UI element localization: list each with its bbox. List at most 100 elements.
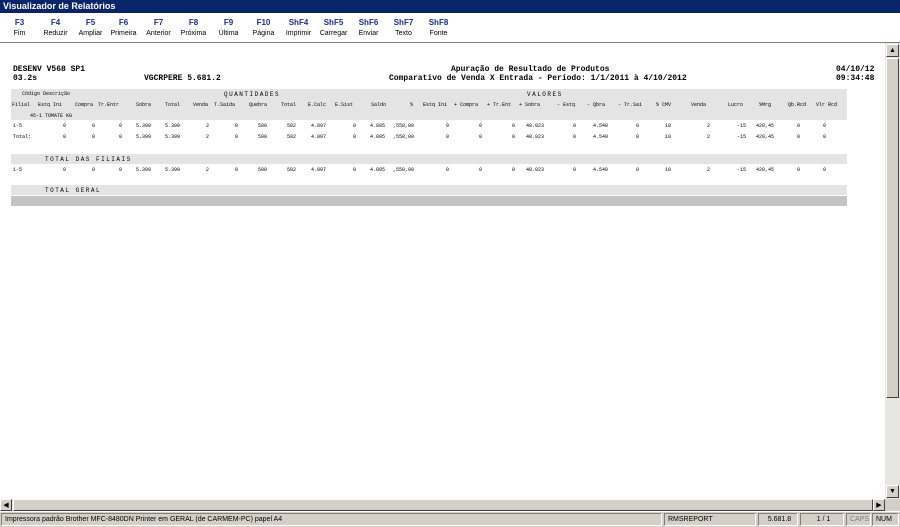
toolbar-key: ShF6 xyxy=(358,18,379,27)
vertical-scroll-thumb[interactable] xyxy=(886,58,899,398)
column-header: Total xyxy=(281,102,297,108)
scroll-corner xyxy=(885,499,900,511)
column-header: Venda xyxy=(691,102,707,108)
report-date: 04/10/12 xyxy=(836,65,875,74)
toolbar-label: Carregar xyxy=(319,30,348,37)
table-row-total-cell: -15 xyxy=(736,134,746,140)
horizontal-scroll-thumb[interactable] xyxy=(13,499,873,511)
total-filiais-title: TOTAL DAS FILIAIS xyxy=(45,156,132,163)
table-row-total-cell: 0 xyxy=(62,134,66,140)
toolbar-key: ShF8 xyxy=(428,18,449,27)
status-page: 1 / 1 xyxy=(800,513,844,526)
table-row-cell: 4.897 xyxy=(310,123,326,129)
scroll-up-button[interactable]: ▲ xyxy=(886,44,899,57)
total-filiais-row-cell: 4.897 xyxy=(310,167,326,173)
toolbar: F3 Fim F4 Reduzir F5 Ampliar F6 Primeira F7 Anter… xyxy=(0,13,900,43)
column-header: Estq Ini xyxy=(38,102,63,108)
column-header: + Compra xyxy=(454,102,479,108)
table-row-cell: 502 xyxy=(286,123,296,129)
toolbar-key: F6 xyxy=(118,18,129,27)
group-valores: VALORES xyxy=(527,91,563,98)
toolbar-button-reduzir[interactable]: F4 Reduzir xyxy=(38,17,73,41)
total-filiais-row-cell: 0 xyxy=(478,167,482,173)
toolbar-key: F9 xyxy=(223,18,234,27)
total-filiais-row-cell: 0 xyxy=(118,167,122,173)
column-header: Quebra xyxy=(249,102,268,108)
table-row-total-cell: 0 xyxy=(511,134,515,140)
total-filiais-row-cell: 5.399 xyxy=(135,167,151,173)
table-row-cell: 5.399 xyxy=(135,123,151,129)
total-filiais-row-cell: -15 xyxy=(736,167,746,173)
report-viewport[interactable]: DESENV V568 SP1 03.2s VGCRPERE 5.681.2 A… xyxy=(0,43,885,499)
toolbar-key: ShF7 xyxy=(393,18,414,27)
table-row-cell: 0 xyxy=(234,123,238,129)
table-row-total-cell: 0 xyxy=(91,134,95,140)
report-time: 09:34:48 xyxy=(836,74,875,83)
table-row-total-cell: 2 xyxy=(706,134,710,140)
column-header: E.Sist xyxy=(335,102,354,108)
table-row-cell: 2 xyxy=(205,123,209,129)
table-row-cell: 0 xyxy=(572,123,576,129)
total-filiais-row-cell: 0 xyxy=(822,167,826,173)
toolbar-button-anterior[interactable]: F7 Anterior xyxy=(141,17,176,41)
product-band xyxy=(11,112,847,120)
vertical-scrollbar[interactable]: ▲ ▼ xyxy=(885,43,900,499)
total-filiais-row-cell: 4.895 xyxy=(369,167,385,173)
toolbar-button-texto[interactable]: ShF7 Texto xyxy=(386,17,421,41)
table-row-total-cell: 0 xyxy=(635,134,639,140)
table-row-total-cell: 5.399 xyxy=(135,134,151,140)
total-filiais-row-cell: 0 xyxy=(511,167,515,173)
toolbar-button-fim[interactable]: F3 Fim xyxy=(2,17,37,41)
toolbar-button-primeira[interactable]: F6 Primeira xyxy=(106,17,141,41)
status-printer: Impressora padrão Brother MFC-8480DN Pri… xyxy=(1,513,662,526)
toolbar-button-fonte[interactable]: ShF8 Fonte xyxy=(421,17,456,41)
column-header: E.Calc xyxy=(308,102,327,108)
table-row-cell: 0 xyxy=(91,123,95,129)
column-header: + Sobra xyxy=(519,102,541,108)
toolbar-key: F4 xyxy=(50,18,61,27)
total-filiais-row-cell: 10 xyxy=(664,167,671,173)
report-subtitle: Comparativo de Venda X Entrada - Período… xyxy=(389,74,687,83)
toolbar-button-p-gina[interactable]: F10 Página xyxy=(246,17,281,41)
table-row-total-cell: 0 xyxy=(118,134,122,140)
scroll-down-button[interactable]: ▼ xyxy=(886,485,899,498)
table-row-cell: 0 xyxy=(445,123,449,129)
window-title: Visualizador de Relatórios xyxy=(0,0,900,13)
total-filiais-row-cell: 0 xyxy=(234,167,238,173)
column-header: T.Saída xyxy=(214,102,236,108)
table-row-total-cell: 4.895 xyxy=(369,134,385,140)
table-row-total-cell: 4.540 xyxy=(592,134,608,140)
report-version-left: 03.2s xyxy=(13,74,38,83)
table-row-cell: 0 xyxy=(118,123,122,129)
total-filiais-row-cell: 0 xyxy=(62,167,66,173)
scroll-right-button[interactable]: ▶ xyxy=(873,499,885,511)
table-row-total-cell: 2 xyxy=(205,134,209,140)
toolbar-key: F10 xyxy=(256,18,271,27)
total-filiais-band xyxy=(11,154,847,164)
table-row-total-cell: 5.399 xyxy=(164,134,180,140)
table-row-cell: 4.895 xyxy=(369,123,385,129)
toolbar-button--ltima[interactable]: F9 Última xyxy=(211,17,246,41)
column-header: - Qbra xyxy=(587,102,606,108)
toolbar-button-enviar[interactable]: ShF6 Enviar xyxy=(351,17,386,41)
horizontal-scrollbar[interactable]: ◀ ▶ xyxy=(0,499,885,511)
toolbar-label: Anterior xyxy=(146,30,171,37)
toolbar-button-ampliar[interactable]: F5 Ampliar xyxy=(73,17,108,41)
total-filiais-row-cell: 0 xyxy=(635,167,639,173)
toolbar-key: ShF5 xyxy=(323,18,344,27)
total-filiais-row-cell: 0 xyxy=(572,167,576,173)
scroll-left-button[interactable]: ◀ xyxy=(0,499,12,511)
group-quantidades: QUANTIDADES xyxy=(224,91,281,98)
toolbar-key: F7 xyxy=(153,18,164,27)
code-desc-header: Código Descrição xyxy=(22,91,71,97)
total-filiais-row-cell: 5.399 xyxy=(164,167,180,173)
table-row-cell: 5.399 xyxy=(164,123,180,129)
toolbar-button-imprimir[interactable]: ShF4 Imprimir xyxy=(281,17,316,41)
table-row-total-cell: 0 xyxy=(234,134,238,140)
toolbar-button-pr-xima[interactable]: F8 Próxima xyxy=(176,17,211,41)
total-filiais-row-label: 1-5 xyxy=(13,167,23,173)
toolbar-button-carregar[interactable]: ShF5 Carregar xyxy=(316,17,351,41)
toolbar-label: Última xyxy=(218,30,239,37)
total-filiais-row-cell: 48.023 xyxy=(525,167,544,173)
toolbar-label: Fim xyxy=(13,30,26,37)
